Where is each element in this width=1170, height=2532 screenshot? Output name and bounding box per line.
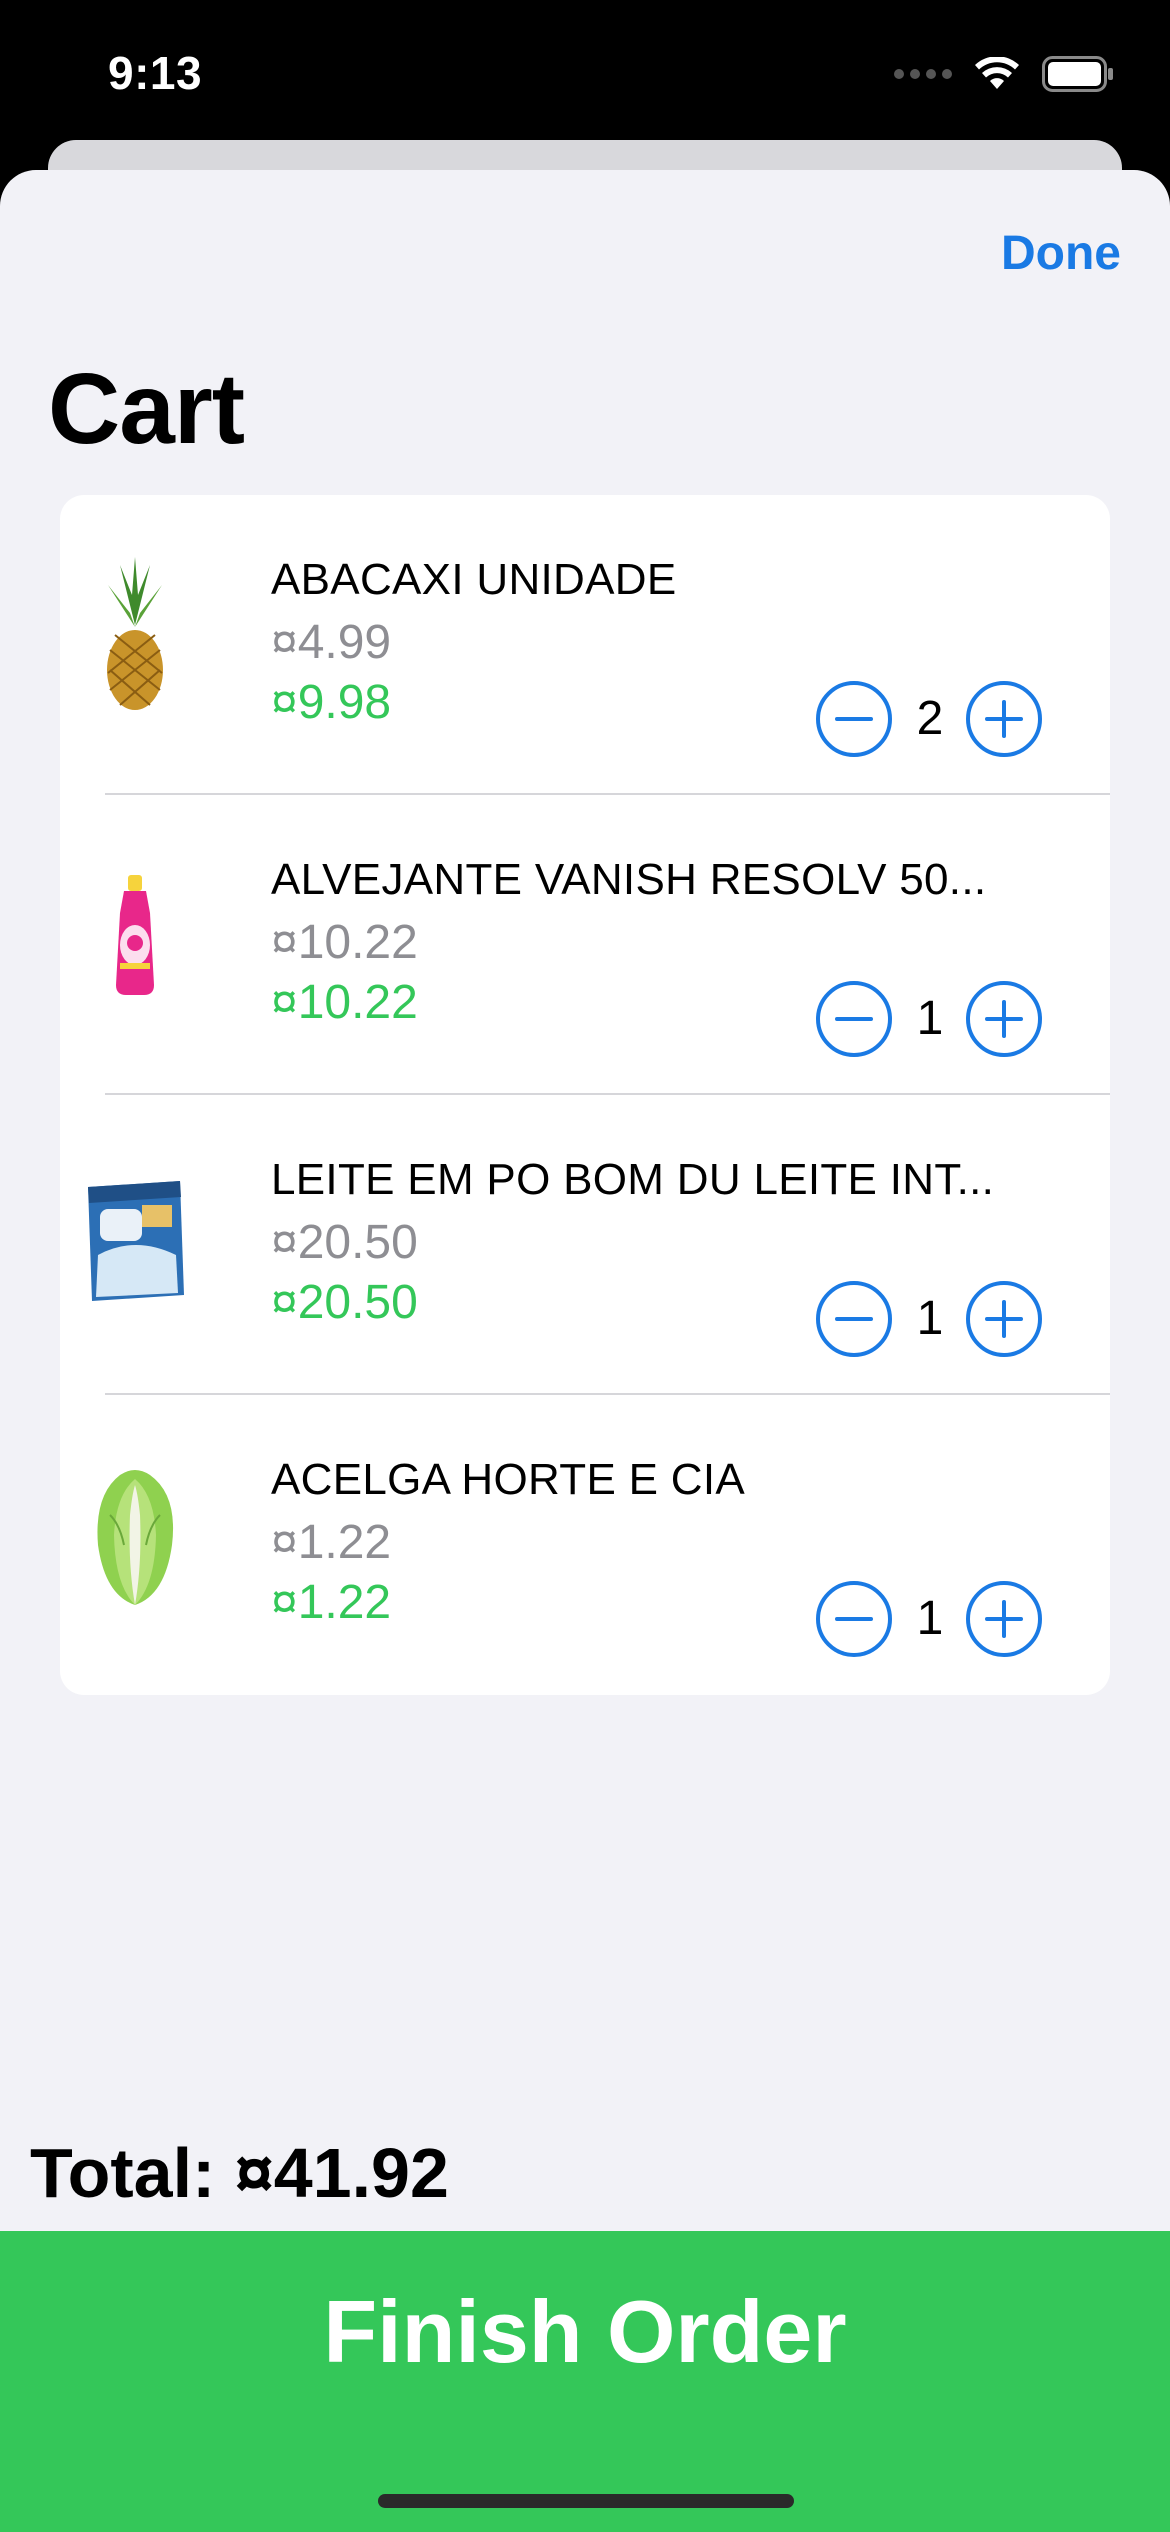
wifi-icon (975, 57, 1019, 89)
item-name: ABACAXI UNIDADE (271, 555, 677, 604)
status-bar: 9:13 (0, 0, 1170, 140)
cart-sheet: Done Cart ABACAXI UNIDADE ¤4.99 ¤9.98 2 … (0, 170, 1170, 2532)
cart-item: ALVEJANTE VANISH RESOLV 50... ¤10.22 ¤10… (60, 795, 1110, 1095)
unit-price: ¤20.50 (271, 1216, 418, 1269)
finish-order-button[interactable]: Finish Order (0, 2231, 1170, 2532)
pineapple-image (80, 555, 190, 715)
page-title: Cart (48, 353, 245, 465)
item-name: ALVEJANTE VANISH RESOLV 50... (271, 855, 987, 904)
line-total: ¤10.22 (271, 976, 418, 1029)
home-indicator (378, 2494, 794, 2508)
quantity-value: 2 (916, 692, 944, 745)
quantity-stepper: 1 (816, 1581, 1046, 1661)
cellular-signal-icon (894, 69, 952, 79)
decrement-button[interactable] (816, 981, 892, 1057)
item-name: ACELGA HORTE E CIA (271, 1455, 746, 1504)
battery-icon (1042, 56, 1113, 92)
milk-powder-bag-image (80, 1155, 190, 1315)
status-time: 9:13 (108, 47, 203, 99)
unit-price: ¤1.22 (271, 1516, 392, 1569)
cart-item: LEITE EM PO BOM DU LEITE INT... ¤20.50 ¤… (60, 1095, 1110, 1395)
quantity-value: 1 (916, 1292, 944, 1345)
bleach-bottle-image (80, 855, 190, 1015)
done-button[interactable]: Done (1001, 226, 1121, 281)
unit-price: ¤10.22 (271, 916, 418, 969)
order-total: Total: ¤41.92 (30, 2134, 449, 2212)
line-total: ¤9.98 (271, 676, 392, 729)
quantity-value: 1 (916, 992, 944, 1045)
line-total: ¤1.22 (271, 1576, 392, 1629)
status-icons (894, 56, 1114, 92)
decrement-button[interactable] (816, 681, 892, 757)
quantity-value: 1 (916, 1592, 944, 1645)
unit-price: ¤4.99 (271, 616, 392, 669)
cart-item: ACELGA HORTE E CIA ¤1.22 ¤1.22 1 (60, 1395, 1110, 1695)
decrement-button[interactable] (816, 1581, 892, 1657)
increment-button[interactable] (966, 1281, 1042, 1357)
increment-button[interactable] (966, 1581, 1042, 1657)
quantity-stepper: 1 (816, 1281, 1046, 1361)
increment-button[interactable] (966, 981, 1042, 1057)
line-total: ¤20.50 (271, 1276, 418, 1329)
quantity-stepper: 1 (816, 981, 1046, 1061)
cart-item: ABACAXI UNIDADE ¤4.99 ¤9.98 2 (60, 495, 1110, 795)
item-name: LEITE EM PO BOM DU LEITE INT... (271, 1155, 995, 1204)
cart-list: ABACAXI UNIDADE ¤4.99 ¤9.98 2 ALVEJANTE … (60, 495, 1110, 1695)
decrement-button[interactable] (816, 1281, 892, 1357)
chard-image (80, 1455, 190, 1615)
quantity-stepper: 2 (816, 681, 1046, 761)
increment-button[interactable] (966, 681, 1042, 757)
